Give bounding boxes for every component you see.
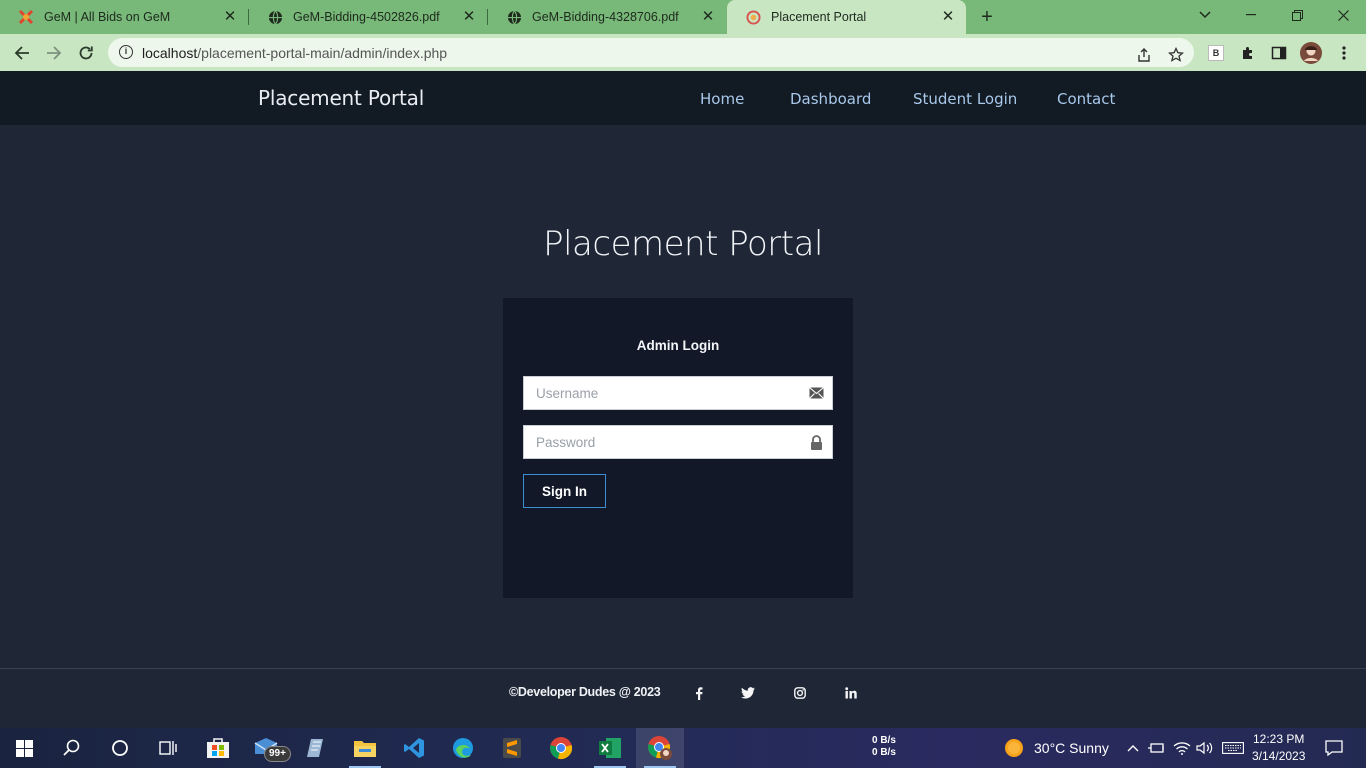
nav-link-dashboard[interactable]: Dashboard [790,90,871,108]
twitter-icon[interactable] [740,685,756,701]
close-tab-icon[interactable]: ✕ [222,9,238,25]
site-info-icon[interactable]: i [119,45,133,59]
bookmark-star-icon[interactable] [1167,46,1185,64]
vscode-icon[interactable] [390,728,438,768]
net-download: 0 B/s [872,747,896,758]
network-speed: 0 B/s 0 B/s [872,735,896,759]
file-explorer-icon[interactable] [341,728,389,768]
task-view-icon[interactable] [144,728,192,768]
search-icon[interactable] [48,728,96,768]
notification-center-icon[interactable] [1324,738,1344,758]
system-clock[interactable]: 12:23 PM 3/14/2023 [1252,731,1305,765]
forward-arrow-icon[interactable] [41,40,67,66]
linkedin-icon[interactable] [843,685,859,701]
new-tab-button[interactable]: + [976,6,998,28]
sublime-text-icon[interactable] [488,728,536,768]
extension-badge-icon[interactable]: B [1205,42,1227,64]
nav-link-home[interactable]: Home [700,90,744,108]
close-tab-icon[interactable]: ✕ [940,9,956,25]
chrome-icon[interactable] [537,728,585,768]
tab-gem-bids[interactable]: GeM | All Bids on GeM ✕ [0,0,248,34]
keyboard-icon[interactable] [1221,738,1245,758]
tab-title: Placement Portal [771,10,867,24]
profile-avatar[interactable] [1300,42,1322,64]
instagram-icon[interactable] [792,685,808,701]
globe-icon [506,9,522,25]
browser-tab-strip: GeM | All Bids on GeM ✕ GeM-Bidding-4502… [0,0,1366,34]
close-window-button[interactable] [1320,0,1366,30]
extensions-puzzle-icon[interactable] [1237,42,1259,64]
login-heading: Admin Login [636,338,720,353]
net-upload: 0 B/s [872,735,896,746]
site-navbar: Placement Portal Home Dashboard Student … [0,71,1366,125]
weather-text[interactable]: 30°C Sunny [1034,740,1109,756]
tab-title: GeM-Bidding-4328706.pdf [532,10,679,24]
mail-icon[interactable]: 99+ [242,728,291,768]
tab-title: GeM | All Bids on GeM [44,10,171,24]
close-tab-icon[interactable]: ✕ [461,9,477,25]
minimize-button[interactable] [1228,0,1274,30]
main-content: Placement Portal Admin Login Sign In [0,125,1366,668]
browser-toolbar: i localhost/placement-portal-main/admin/… [0,34,1366,71]
tab-title: GeM-Bidding-4502826.pdf [293,10,440,24]
admin-login-card: Admin Login Sign In [503,298,853,598]
nav-link-contact[interactable]: Contact [1057,90,1115,108]
site-footer: ©Developer Dudes @ 2023 [0,668,1366,728]
tab-placement-portal[interactable]: Placement Portal ✕ [727,0,966,34]
close-tab-icon[interactable]: ✕ [700,9,716,25]
notes-app-icon[interactable] [292,728,340,768]
envelope-icon [808,385,824,401]
share-icon[interactable] [1135,46,1153,64]
browser-menu-icon[interactable] [1333,42,1355,64]
sign-in-button[interactable]: Sign In [523,474,606,508]
show-hidden-icons-chevron-icon[interactable] [1124,738,1142,758]
site-brand[interactable]: Placement Portal [258,86,424,110]
weather-sun-icon[interactable] [1004,738,1024,758]
reload-icon[interactable] [73,40,99,66]
windows-start-icon[interactable] [0,728,48,768]
windows-taskbar: 99+ 0 B/s 0 B/s 30°C Sunny 12:23 PM 3/14… [0,728,1366,768]
password-field [523,425,833,459]
side-panel-icon[interactable] [1268,42,1290,64]
clock-date: 3/14/2023 [1252,749,1306,763]
cortana-icon[interactable] [96,728,144,768]
password-input[interactable] [524,426,794,458]
edge-icon[interactable] [439,728,487,768]
tab-search-icon[interactable] [1182,0,1228,30]
mail-badge: 99+ [264,746,291,762]
back-arrow-icon[interactable] [9,40,35,66]
globe-icon [267,9,283,25]
nav-link-student-login[interactable]: Student Login [913,90,1017,108]
url-text[interactable]: localhost/placement-portal-main/admin/in… [142,45,447,61]
excel-icon[interactable] [586,728,634,768]
wifi-icon[interactable] [1173,738,1191,758]
address-bar[interactable]: i localhost/placement-portal-main/admin/… [108,38,1194,67]
lock-icon [808,434,824,450]
tab-bidding-4502826[interactable]: GeM-Bidding-4502826.pdf ✕ [249,0,487,34]
restore-button[interactable] [1274,0,1320,30]
site-icon [745,9,761,25]
tab-bidding-4328706[interactable]: GeM-Bidding-4328706.pdf ✕ [488,0,726,34]
microsoft-store-icon[interactable] [194,728,242,768]
username-field [523,376,833,410]
copyright-text: ©Developer Dudes @ 2023 [509,685,661,699]
chrome-profile-icon[interactable] [636,728,684,768]
volume-icon[interactable] [1196,738,1214,758]
page-title: Placement Portal [543,224,823,264]
username-input[interactable] [524,377,794,409]
battery-plug-icon[interactable] [1148,738,1166,758]
facebook-icon[interactable] [691,685,707,701]
gem-logo-icon [18,9,34,25]
clock-time: 12:23 PM [1253,732,1305,746]
